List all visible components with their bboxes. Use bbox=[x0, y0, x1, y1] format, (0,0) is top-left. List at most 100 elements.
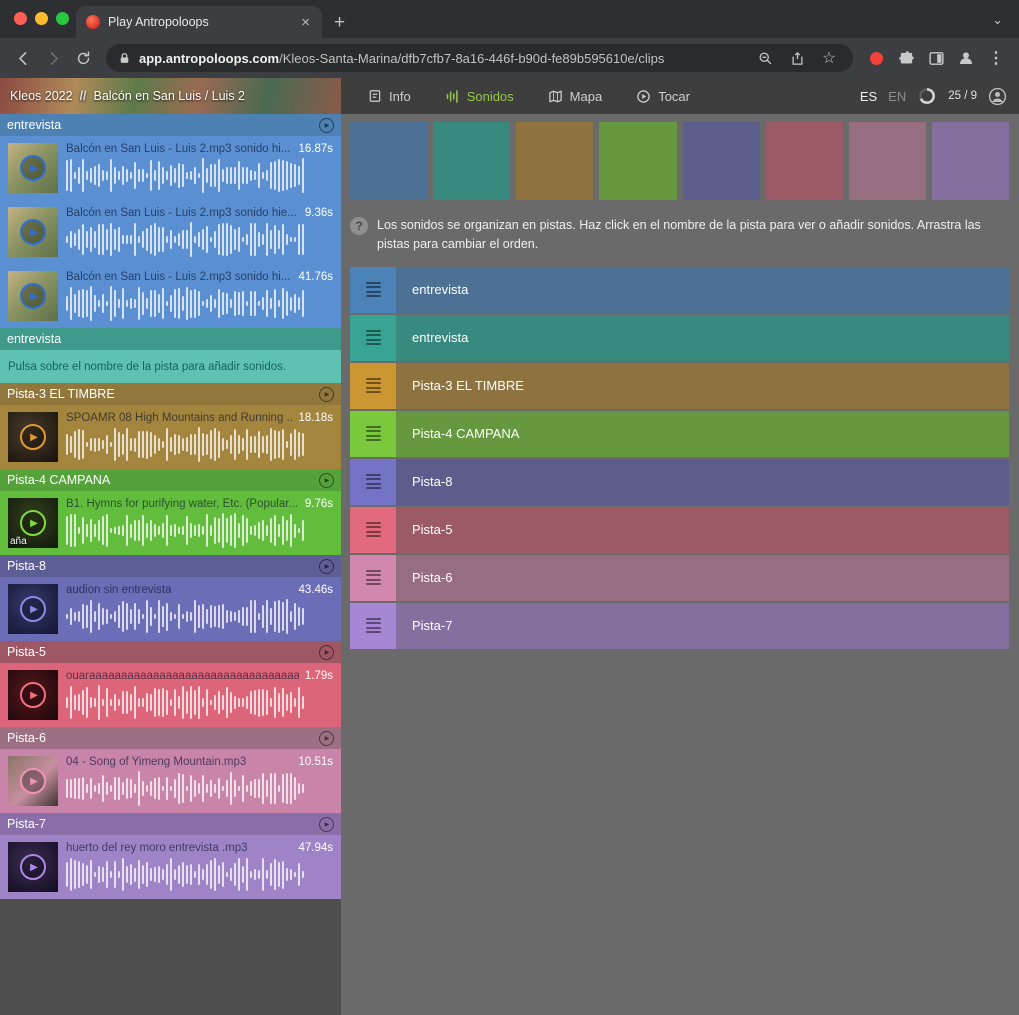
track-row-entrevista-1[interactable]: entrevista bbox=[350, 267, 1009, 313]
track-header-pista-7[interactable]: Pista-7 bbox=[0, 813, 341, 835]
track-row-name[interactable]: Pista-6 bbox=[396, 555, 1009, 601]
clip-waveform[interactable] bbox=[66, 286, 333, 321]
track-row-name[interactable]: Pista-8 bbox=[396, 459, 1009, 505]
clip-waveform[interactable] bbox=[66, 685, 333, 720]
track-color-swatch[interactable] bbox=[599, 122, 676, 200]
clip-thumbnail[interactable]: ▶ bbox=[8, 756, 58, 806]
track-play-button[interactable] bbox=[319, 731, 334, 746]
track-row-name[interactable]: entrevista bbox=[396, 315, 1009, 361]
track-header-pista-6[interactable]: Pista-6 bbox=[0, 727, 341, 749]
clip-thumbnail[interactable]: ▶ bbox=[8, 584, 58, 634]
zoom-button[interactable] bbox=[753, 46, 777, 70]
track-header-pista-5[interactable]: Pista-5 bbox=[0, 641, 341, 663]
clip-thumbnail[interactable]: ▶ bbox=[8, 842, 58, 892]
clip-thumbnail[interactable]: ▶ bbox=[8, 670, 58, 720]
track-play-button[interactable] bbox=[319, 473, 334, 488]
track-header-pista-4[interactable]: Pista-4 CAMPANA bbox=[0, 469, 341, 491]
track-play-button[interactable] bbox=[319, 559, 334, 574]
drag-handle[interactable] bbox=[350, 555, 396, 601]
address-bar[interactable]: app.antropoloops.com/Kleos-Santa-Marina/… bbox=[106, 44, 853, 72]
account-icon[interactable] bbox=[988, 87, 1007, 106]
track-color-swatch[interactable] bbox=[683, 122, 760, 200]
track-row-name[interactable]: Pista-7 bbox=[396, 603, 1009, 649]
track-color-swatch[interactable] bbox=[350, 122, 427, 200]
track-row-name[interactable]: entrevista bbox=[396, 267, 1009, 313]
track-play-button[interactable] bbox=[319, 817, 334, 832]
clip-play-icon[interactable]: ▶ bbox=[20, 768, 46, 794]
clip-waveform[interactable] bbox=[66, 222, 333, 257]
browser-tab[interactable]: Play Antropoloops × bbox=[76, 6, 322, 38]
clip-waveform[interactable] bbox=[66, 857, 333, 892]
drag-handle[interactable] bbox=[350, 411, 396, 457]
clip-waveform[interactable] bbox=[66, 771, 333, 806]
track-play-button[interactable] bbox=[319, 118, 334, 133]
nav-mapa[interactable]: Mapa bbox=[531, 78, 620, 114]
back-button[interactable] bbox=[8, 43, 38, 73]
breadcrumb-project[interactable]: Kleos 2022 bbox=[10, 89, 73, 103]
nav-sonidos[interactable]: Sonidos bbox=[428, 78, 531, 114]
audio-clip[interactable]: ▶ 04 - Song of Yimeng Mountain.mp310.51s bbox=[0, 749, 341, 813]
track-row-pista-7[interactable]: Pista-7 bbox=[350, 603, 1009, 649]
track-color-swatch[interactable] bbox=[932, 122, 1009, 200]
track-row-name[interactable]: Pista-5 bbox=[396, 507, 1009, 553]
clip-thumbnail[interactable]: ▶ bbox=[8, 412, 58, 462]
drag-handle[interactable] bbox=[350, 507, 396, 553]
track-play-button[interactable] bbox=[319, 387, 334, 402]
drag-handle[interactable] bbox=[350, 315, 396, 361]
bookmark-star-icon[interactable]: ☆ bbox=[817, 46, 841, 70]
clip-waveform[interactable] bbox=[66, 599, 333, 634]
clip-waveform[interactable] bbox=[66, 158, 333, 193]
audio-clip[interactable]: ▶ Balcón en San Luis - Luis 2.mp3 sonido… bbox=[0, 200, 341, 264]
track-row-entrevista-2[interactable]: entrevista bbox=[350, 315, 1009, 361]
track-row-pista-3[interactable]: Pista-3 EL TIMBRE bbox=[350, 363, 1009, 409]
audio-clip[interactable]: ▶ audion sin entrevista43.46s bbox=[0, 577, 341, 641]
clip-play-icon[interactable]: ▶ bbox=[20, 682, 46, 708]
forward-button[interactable] bbox=[38, 43, 68, 73]
clip-play-icon[interactable]: ▶ bbox=[20, 424, 46, 450]
audio-clip[interactable]: ▶ ouaraaaaaaaaaaaaaaaaaaaaaaaaaaaaaaaaa.… bbox=[0, 663, 341, 727]
clip-thumbnail[interactable]: ▶ bbox=[8, 207, 58, 257]
side-panel-button[interactable] bbox=[921, 43, 951, 73]
track-row-pista-5[interactable]: Pista-5 bbox=[350, 507, 1009, 553]
track-color-swatch[interactable] bbox=[849, 122, 926, 200]
audio-clip[interactable]: ▶ aña B1. Hymns for purifying water, Etc… bbox=[0, 491, 341, 555]
track-color-swatch[interactable] bbox=[516, 122, 593, 200]
drag-handle[interactable] bbox=[350, 603, 396, 649]
breadcrumb[interactable]: Kleos 2022 // Balcón en San Luis / Luis … bbox=[0, 78, 341, 114]
clip-thumbnail[interactable]: ▶ bbox=[8, 143, 58, 193]
extensions-button[interactable] bbox=[891, 43, 921, 73]
nav-tocar[interactable]: Tocar bbox=[619, 78, 707, 114]
reload-button[interactable] bbox=[68, 43, 98, 73]
macos-close-button[interactable] bbox=[14, 12, 27, 25]
track-header-entrevista-1[interactable]: entrevista bbox=[0, 114, 341, 136]
clip-play-icon[interactable]: ▶ bbox=[20, 596, 46, 622]
browser-menu-icon[interactable]: ⋮ bbox=[981, 43, 1011, 73]
track-header-entrevista-2[interactable]: entrevista bbox=[0, 328, 341, 350]
track-row-pista-6[interactable]: Pista-6 bbox=[350, 555, 1009, 601]
clip-play-icon[interactable]: ▶ bbox=[20, 219, 46, 245]
track-row-name[interactable]: Pista-3 EL TIMBRE bbox=[396, 363, 1009, 409]
clip-waveform[interactable] bbox=[66, 513, 333, 548]
clip-play-icon[interactable]: ▶ bbox=[20, 155, 46, 181]
profile-button[interactable] bbox=[951, 43, 981, 73]
drag-handle[interactable] bbox=[350, 459, 396, 505]
track-row-pista-8[interactable]: Pista-8 bbox=[350, 459, 1009, 505]
audio-clip[interactable]: ▶ huerto del rey moro entrevista .mp347.… bbox=[0, 835, 341, 899]
clip-waveform[interactable] bbox=[66, 427, 333, 462]
macos-minimize-button[interactable] bbox=[35, 12, 48, 25]
track-header-pista-8[interactable]: Pista-8 bbox=[0, 555, 341, 577]
tab-close-icon[interactable]: × bbox=[299, 14, 312, 31]
track-row-name[interactable]: Pista-4 CAMPANA bbox=[396, 411, 1009, 457]
track-header-pista-3[interactable]: Pista-3 EL TIMBRE bbox=[0, 383, 341, 405]
audio-clip[interactable]: ▶ Balcón en San Luis - Luis 2.mp3 sonido… bbox=[0, 264, 341, 328]
recording-extension-button[interactable] bbox=[861, 43, 891, 73]
drag-handle[interactable] bbox=[350, 267, 396, 313]
audio-clip[interactable]: ▶ Balcón en San Luis - Luis 2.mp3 sonido… bbox=[0, 136, 341, 200]
track-row-pista-4[interactable]: Pista-4 CAMPANA bbox=[350, 411, 1009, 457]
clip-play-icon[interactable]: ▶ bbox=[20, 854, 46, 880]
clip-play-icon[interactable]: ▶ bbox=[20, 510, 46, 536]
new-tab-button[interactable]: + bbox=[334, 13, 345, 32]
track-play-button[interactable] bbox=[319, 645, 334, 660]
drag-handle[interactable] bbox=[350, 363, 396, 409]
track-color-swatch[interactable] bbox=[766, 122, 843, 200]
